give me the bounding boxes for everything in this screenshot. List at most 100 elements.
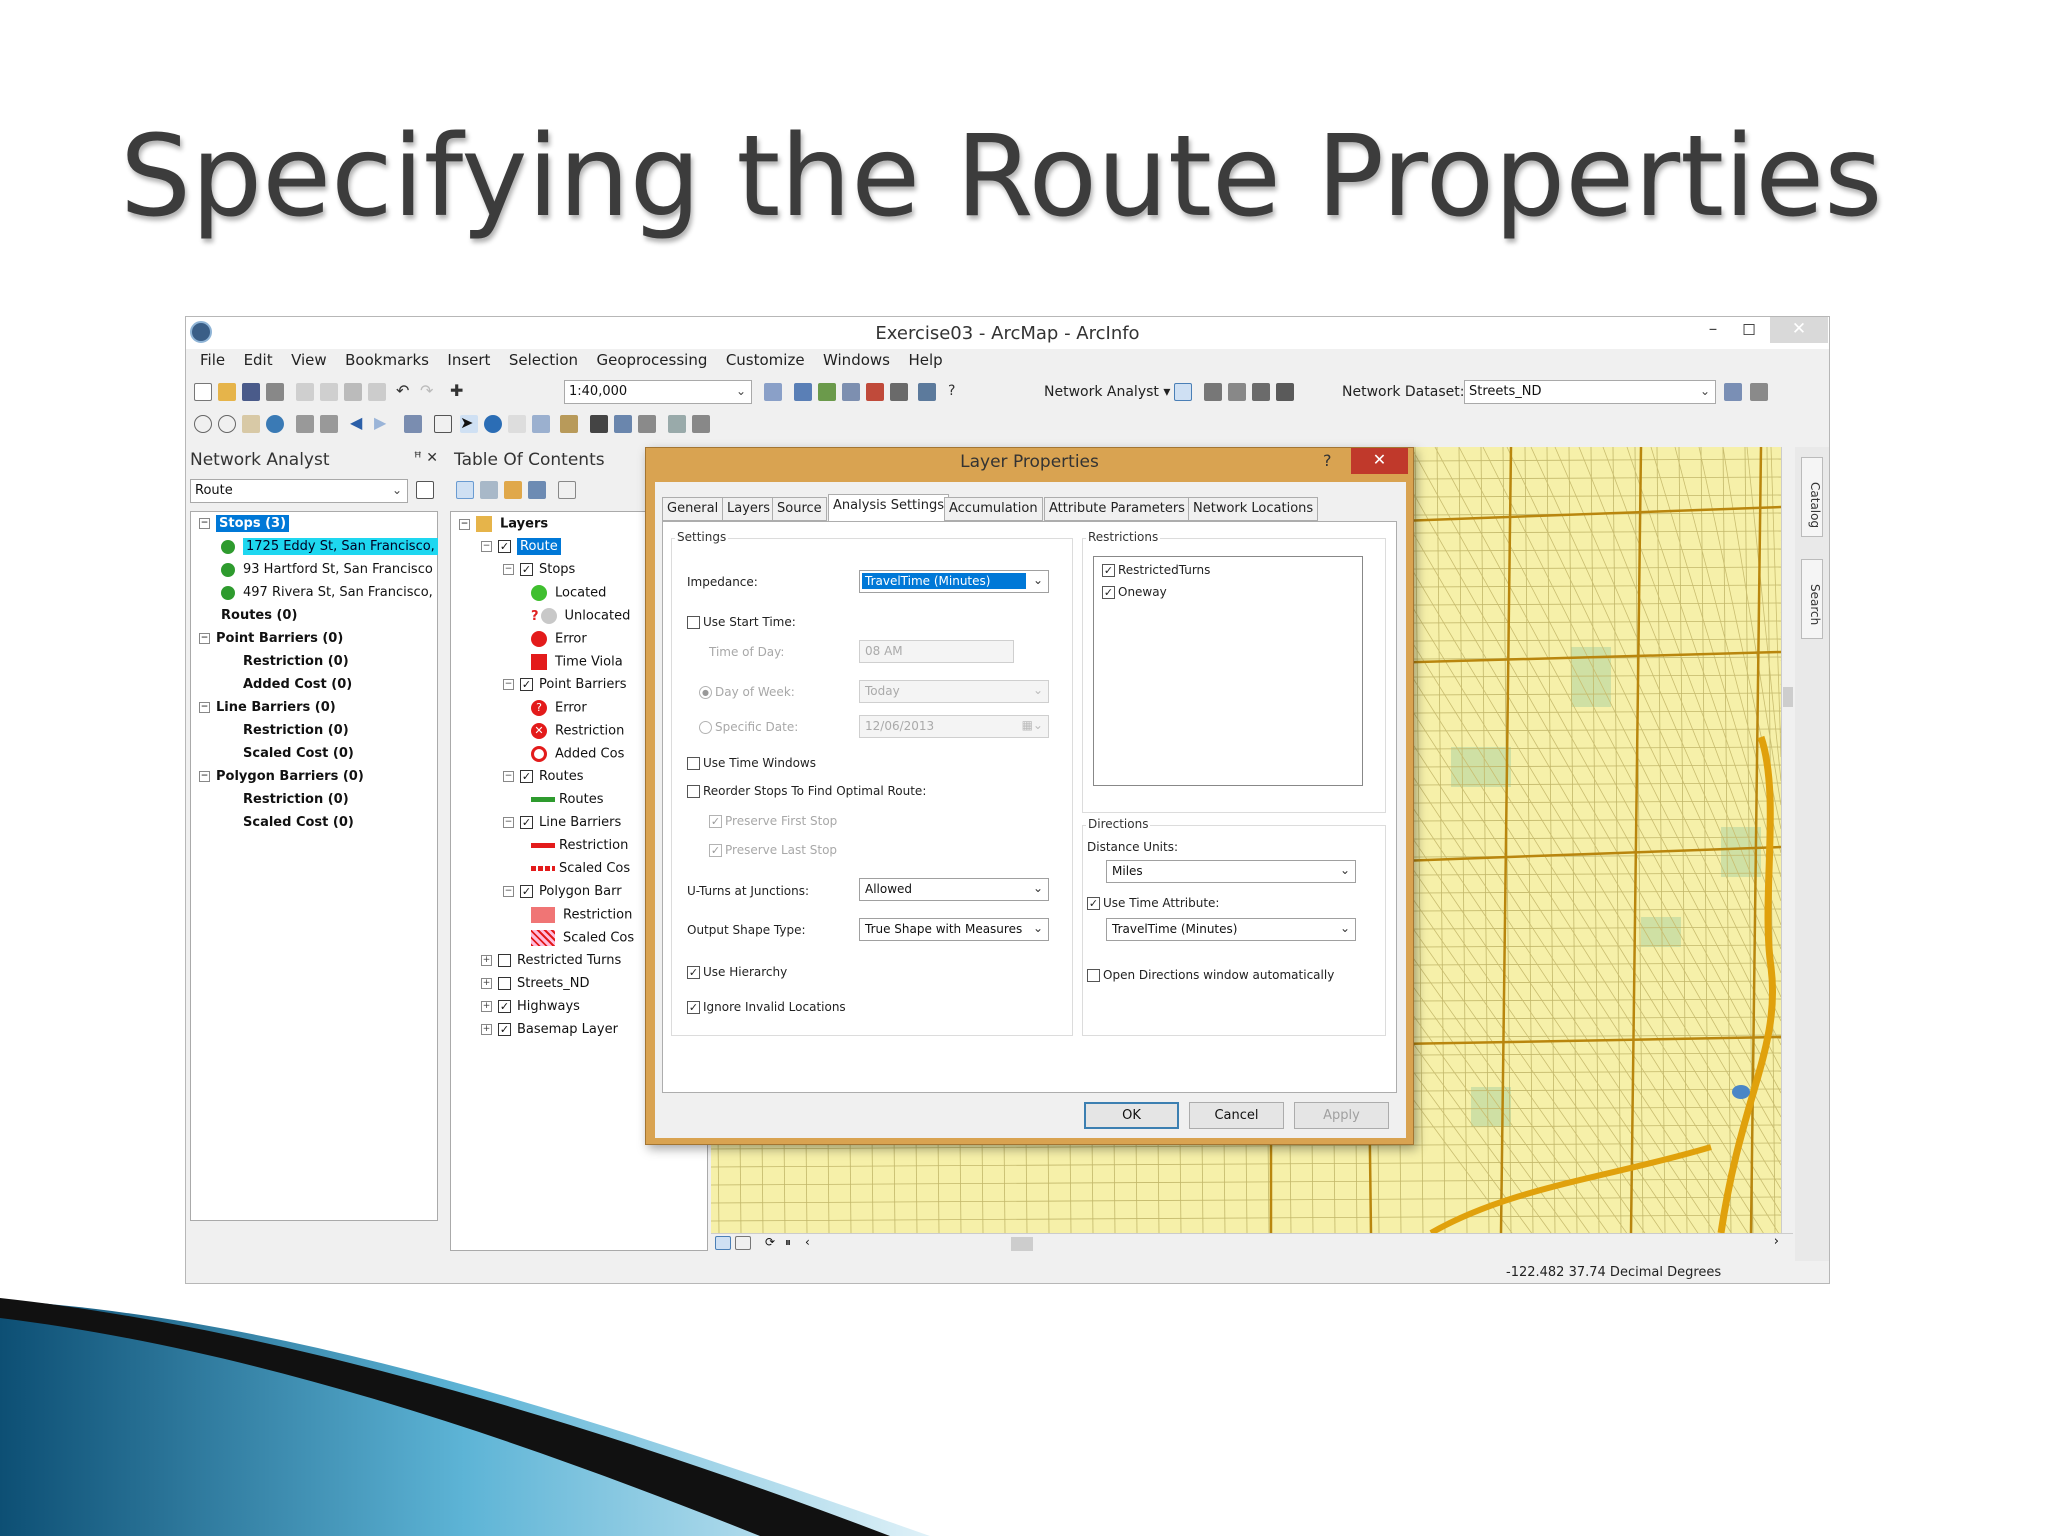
menu-insert[interactable]: Insert <box>447 351 490 369</box>
layer-visibility-checkbox[interactable] <box>498 977 511 990</box>
find-route-icon[interactable] <box>614 415 632 433</box>
close-button[interactable]: ✕ <box>1770 317 1828 343</box>
tree-expander-icon[interactable]: − <box>199 633 210 644</box>
whats-this-icon[interactable]: ? <box>948 383 966 401</box>
preserve-last-stop-checkbox[interactable]: ✓ Preserve Last Stop <box>709 843 837 857</box>
network-identify-icon[interactable] <box>1750 383 1768 401</box>
open-folder-icon[interactable] <box>218 383 236 401</box>
use-time-attribute-checkbox[interactable]: ✓ Use Time Attribute: <box>1087 896 1219 910</box>
toc-row[interactable]: − ✓ Route <box>481 538 561 555</box>
ok-button[interactable]: OK <box>1084 1102 1179 1129</box>
toc-row[interactable]: ✕ Restriction <box>531 723 624 739</box>
time-attribute-select[interactable]: TravelTime (Minutes) ⌄ <box>1106 918 1356 941</box>
tree-expander-icon[interactable]: + <box>481 1001 492 1012</box>
layer-visibility-checkbox[interactable]: ✓ <box>520 678 533 691</box>
cut-icon[interactable] <box>296 383 314 401</box>
dialog-close-button[interactable]: ✕ <box>1351 448 1408 474</box>
tab-analysis-settings[interactable]: Analysis Settings <box>828 494 950 522</box>
horizontal-scrollbar-thumb[interactable] <box>1011 1237 1033 1251</box>
fixed-zoom-out-icon[interactable] <box>320 415 338 433</box>
na-tree-row[interactable]: − Line Barriers (0) <box>199 700 336 715</box>
layout-view-icon[interactable] <box>735 1236 751 1250</box>
tree-expander-icon[interactable]: − <box>503 886 514 897</box>
toc-row[interactable]: + Streets_ND <box>481 976 590 991</box>
toc-row[interactable]: − ✓ Line Barriers <box>503 815 621 830</box>
menu-selection[interactable]: Selection <box>509 351 578 369</box>
catalog-window-icon[interactable] <box>818 383 836 401</box>
layer-visibility-checkbox[interactable]: ✓ <box>520 563 533 576</box>
go-to-xy-icon[interactable] <box>638 415 656 433</box>
layer-visibility-checkbox[interactable]: ✓ <box>520 770 533 783</box>
toc-row[interactable]: + ✓ Highways <box>481 999 580 1014</box>
tree-expander-icon[interactable]: − <box>199 771 210 782</box>
map-vertical-scrollbar[interactable] <box>1781 447 1793 1233</box>
analysis-layer-properties-icon[interactable] <box>416 481 434 499</box>
back-extent-icon[interactable]: ◀ <box>350 415 368 433</box>
restore-button[interactable]: ◻ <box>1734 317 1764 343</box>
impedance-select[interactable]: TravelTime (Minutes) ⌄ <box>859 570 1049 593</box>
panel-pin-close-icons[interactable]: ꟸ ✕ <box>414 450 438 466</box>
html-popup-icon[interactable] <box>532 415 550 433</box>
tree-expander-icon[interactable]: + <box>481 955 492 966</box>
tree-expander-icon[interactable]: − <box>503 679 514 690</box>
select-elements-arrow-icon[interactable]: ➤ <box>460 415 478 433</box>
new-document-icon[interactable] <box>194 383 212 401</box>
use-start-time-checkbox[interactable]: Use Start Time: <box>687 615 796 629</box>
create-viewer-window-icon[interactable] <box>692 415 710 433</box>
toc-row[interactable]: − ✓ Polygon Barr <box>503 884 622 899</box>
pan-icon[interactable] <box>242 415 260 433</box>
use-time-windows-checkbox[interactable]: Use Time Windows <box>687 756 816 770</box>
cancel-button[interactable]: Cancel <box>1189 1102 1284 1129</box>
time-slider-icon[interactable] <box>668 415 686 433</box>
toc-row[interactable]: Added Cos <box>531 746 624 762</box>
tab-network-locations[interactable]: Network Locations <box>1188 497 1319 521</box>
refresh-icon[interactable]: ⟳ <box>765 1235 781 1249</box>
layer-visibility-checkbox[interactable]: ✓ <box>520 885 533 898</box>
tab-accumulation[interactable]: Accumulation <box>944 497 1043 521</box>
menu-bookmarks[interactable]: Bookmarks <box>345 351 429 369</box>
clear-selection-icon[interactable] <box>434 415 452 433</box>
toc-row[interactable]: − ✓ Stops <box>503 562 575 577</box>
toc-row[interactable]: − Layers <box>459 516 548 532</box>
editor-toolbar-icon[interactable] <box>764 383 782 401</box>
specific-date-field[interactable]: 12/06/2013 ▦⌄ <box>859 715 1049 738</box>
ignore-invalid-checkbox[interactable]: ✓ Ignore Invalid Locations <box>687 1000 846 1014</box>
forward-extent-icon[interactable]: ▶ <box>374 415 392 433</box>
na-tree-row[interactable]: − Point Barriers (0) <box>199 631 343 646</box>
use-hierarchy-checkbox[interactable]: ✓ Use Hierarchy <box>687 965 787 979</box>
menu-edit[interactable]: Edit <box>244 351 273 369</box>
apply-button[interactable]: Apply <box>1294 1102 1389 1129</box>
network-analyst-menu[interactable]: Network Analyst ▾ <box>1044 384 1170 400</box>
scrollbar-thumb[interactable] <box>1783 687 1793 707</box>
tree-expander-icon[interactable]: − <box>199 702 210 713</box>
zoom-out-icon[interactable] <box>218 415 236 433</box>
na-tree-row[interactable]: Restriction (0) <box>243 792 349 807</box>
day-of-week-select[interactable]: Today ⌄ <box>859 680 1049 703</box>
toc-row[interactable]: Error <box>531 631 587 647</box>
build-network-icon[interactable] <box>1724 383 1742 401</box>
na-tree-row[interactable]: Scaled Cost (0) <box>243 815 354 830</box>
na-tree-row[interactable]: 1725 Eddy St, San Francisco, <box>221 538 438 555</box>
menu-customize[interactable]: Customize <box>726 351 805 369</box>
menu-geoprocessing[interactable]: Geoprocessing <box>596 351 707 369</box>
identify-icon[interactable] <box>484 415 502 433</box>
dialog-help-button[interactable]: ? <box>1323 451 1332 470</box>
measure-icon[interactable] <box>560 415 578 433</box>
add-data-icon[interactable]: ✚ <box>450 383 468 401</box>
na-tree-row[interactable]: 497 Rivera St, San Francisco, <box>221 585 433 600</box>
python-window-icon[interactable] <box>890 383 908 401</box>
na-tree-row[interactable]: Scaled Cost (0) <box>243 746 354 761</box>
tree-expander-icon[interactable]: − <box>503 771 514 782</box>
toc-row[interactable]: + ✓ Basemap Layer <box>481 1022 618 1037</box>
find-binoculars-icon[interactable] <box>590 415 608 433</box>
print-icon[interactable] <box>266 383 284 401</box>
toc-row[interactable]: Restriction <box>531 838 628 853</box>
full-extent-icon[interactable] <box>266 415 284 433</box>
specific-date-radio[interactable]: Specific Date: <box>699 720 798 734</box>
reorder-stops-checkbox[interactable]: Reorder Stops To Find Optimal Route: <box>687 784 926 798</box>
search-window-icon[interactable] <box>842 383 860 401</box>
data-view-icon[interactable] <box>715 1236 731 1250</box>
tree-expander-icon[interactable]: − <box>199 518 210 529</box>
na-tree-row[interactable]: − Polygon Barriers (0) <box>199 769 364 784</box>
minimize-button[interactable]: – <box>1698 317 1728 343</box>
